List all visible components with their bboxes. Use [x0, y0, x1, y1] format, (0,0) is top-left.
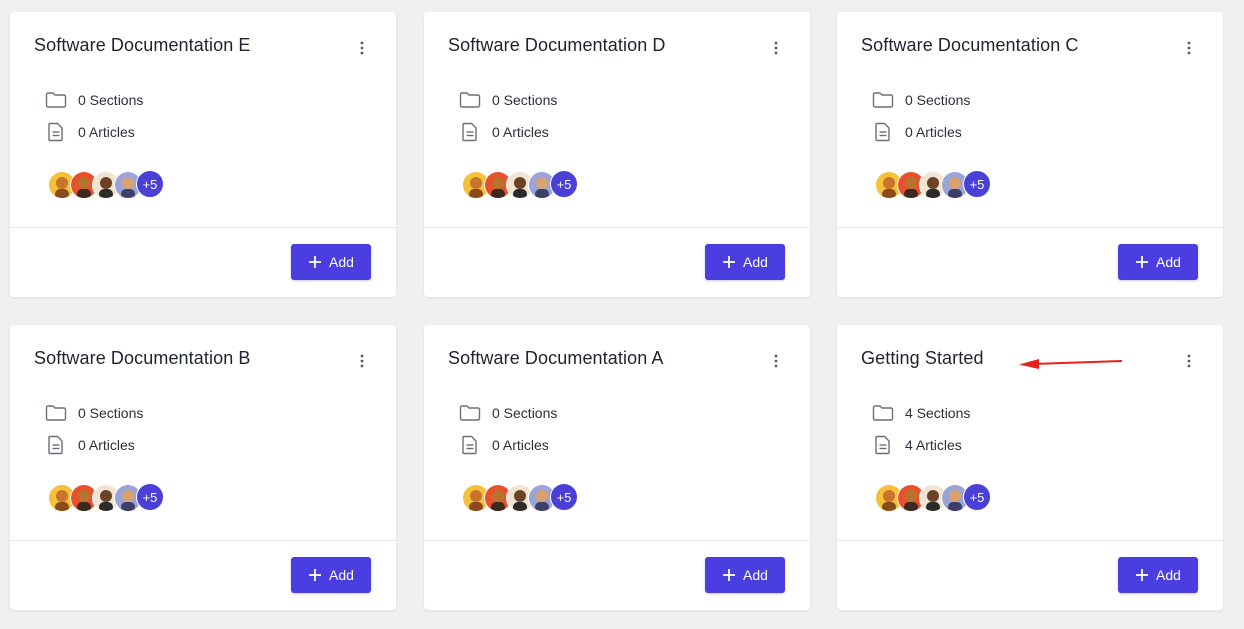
kebab-menu-icon[interactable]: [766, 38, 786, 58]
kebab-menu-icon[interactable]: [352, 38, 372, 58]
more-members-badge[interactable]: +5: [136, 170, 164, 198]
add-button-label: Add: [1156, 254, 1181, 270]
articles-count: 0 Articles: [458, 434, 549, 456]
doc-card[interactable]: Software Documentation C 0 Sections 0 Ar…: [837, 12, 1223, 297]
folder-icon: [458, 89, 482, 111]
kebab-menu-icon[interactable]: [1179, 351, 1199, 371]
sections-label: 0 Sections: [905, 92, 971, 108]
more-members-badge[interactable]: +5: [136, 483, 164, 511]
member-avatars[interactable]: +5: [462, 483, 578, 512]
more-members-badge[interactable]: +5: [963, 170, 991, 198]
add-button-label: Add: [743, 254, 768, 270]
member-avatars[interactable]: +5: [462, 170, 578, 199]
folder-icon: [44, 402, 68, 424]
add-button-label: Add: [329, 254, 354, 270]
doc-card[interactable]: Software Documentation D 0 Sections 0 Ar…: [424, 12, 810, 297]
add-button[interactable]: Add: [291, 244, 371, 280]
articles-count: 0 Articles: [44, 434, 135, 456]
plus-icon: [722, 568, 736, 582]
add-button[interactable]: Add: [1118, 557, 1198, 593]
sections-count: 0 Sections: [44, 402, 143, 424]
document-icon: [458, 434, 482, 456]
articles-label: 4 Articles: [905, 437, 962, 453]
sections-count: 0 Sections: [44, 89, 143, 111]
member-avatars[interactable]: +5: [875, 483, 991, 512]
annotation-arrow-icon: [1019, 359, 1123, 369]
folder-icon: [458, 402, 482, 424]
add-button-label: Add: [329, 567, 354, 583]
add-button-label: Add: [1156, 567, 1181, 583]
card-body: Software Documentation D 0 Sections 0 Ar…: [424, 12, 810, 228]
plus-icon: [1135, 568, 1149, 582]
document-icon: [871, 121, 895, 143]
more-members-badge[interactable]: +5: [550, 483, 578, 511]
articles-label: 0 Articles: [492, 124, 549, 140]
card-title[interactable]: Software Documentation A: [448, 348, 664, 369]
member-avatars[interactable]: +5: [48, 170, 164, 199]
docs-grid: Software Documentation E 0 Sections 0 Ar…: [0, 0, 1244, 629]
sections-label: 4 Sections: [905, 405, 971, 421]
doc-card[interactable]: Software Documentation A 0 Sections 0 Ar…: [424, 325, 810, 610]
sections-count: 0 Sections: [458, 402, 557, 424]
plus-icon: [308, 568, 322, 582]
document-icon: [44, 121, 68, 143]
add-button-label: Add: [743, 567, 768, 583]
sections-count: 0 Sections: [871, 89, 970, 111]
card-body: Software Documentation A 0 Sections 0 Ar…: [424, 325, 810, 541]
kebab-menu-icon[interactable]: [1179, 38, 1199, 58]
plus-icon: [1135, 255, 1149, 269]
more-members-badge[interactable]: +5: [963, 483, 991, 511]
card-body: Software Documentation B 0 Sections 0 Ar…: [10, 325, 396, 541]
sections-count: 4 Sections: [871, 402, 970, 424]
more-members-badge[interactable]: +5: [550, 170, 578, 198]
sections-label: 0 Sections: [78, 405, 144, 421]
plus-icon: [722, 255, 736, 269]
card-body: Software Documentation E 0 Sections 0 Ar…: [10, 12, 396, 228]
document-icon: [458, 121, 482, 143]
articles-label: 0 Articles: [78, 437, 135, 453]
sections-count: 0 Sections: [458, 89, 557, 111]
sections-label: 0 Sections: [78, 92, 144, 108]
card-title[interactable]: Software Documentation E: [34, 35, 251, 56]
articles-count: 4 Articles: [871, 434, 962, 456]
articles-label: 0 Articles: [78, 124, 135, 140]
member-avatars[interactable]: +5: [875, 170, 991, 199]
folder-icon: [44, 89, 68, 111]
sections-label: 0 Sections: [492, 405, 558, 421]
doc-card[interactable]: Software Documentation B 0 Sections 0 Ar…: [10, 325, 396, 610]
add-button[interactable]: Add: [705, 244, 785, 280]
folder-icon: [871, 89, 895, 111]
kebab-menu-icon[interactable]: [352, 351, 372, 371]
document-icon: [44, 434, 68, 456]
document-icon: [871, 434, 895, 456]
folder-icon: [871, 402, 895, 424]
card-title[interactable]: Software Documentation D: [448, 35, 666, 56]
card-title[interactable]: Software Documentation B: [34, 348, 251, 369]
kebab-menu-icon[interactable]: [766, 351, 786, 371]
sections-label: 0 Sections: [492, 92, 558, 108]
add-button[interactable]: Add: [291, 557, 371, 593]
articles-count: 0 Articles: [44, 121, 135, 143]
articles-label: 0 Articles: [905, 124, 962, 140]
card-title[interactable]: Software Documentation C: [861, 35, 1079, 56]
articles-label: 0 Articles: [492, 437, 549, 453]
plus-icon: [308, 255, 322, 269]
articles-count: 0 Articles: [458, 121, 549, 143]
articles-count: 0 Articles: [871, 121, 962, 143]
add-button[interactable]: Add: [1118, 244, 1198, 280]
card-body: Software Documentation C 0 Sections 0 Ar…: [837, 12, 1223, 228]
card-title[interactable]: Getting Started: [861, 348, 984, 369]
doc-card[interactable]: Software Documentation E 0 Sections 0 Ar…: [10, 12, 396, 297]
member-avatars[interactable]: +5: [48, 483, 164, 512]
add-button[interactable]: Add: [705, 557, 785, 593]
